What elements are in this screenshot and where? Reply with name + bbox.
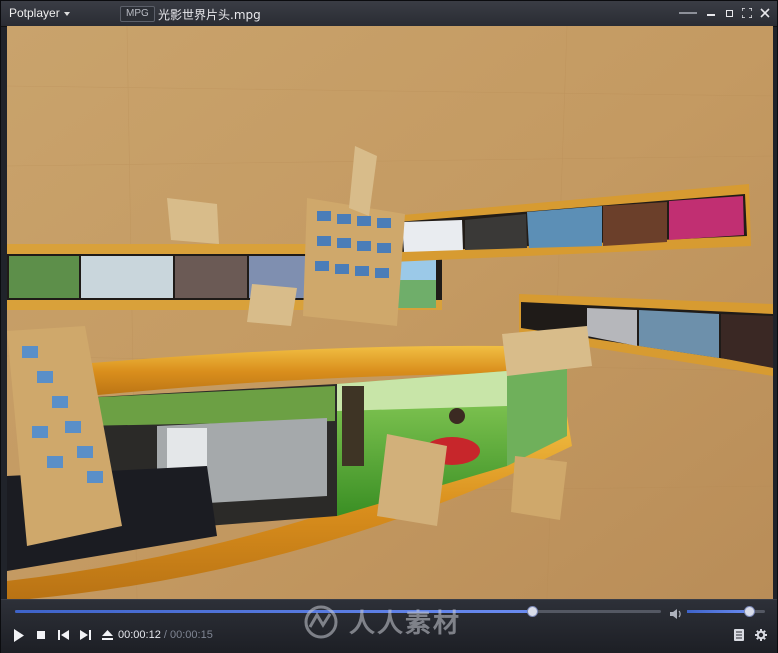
total-time: 00:00:15 [170, 629, 213, 641]
volume-slider[interactable] [687, 606, 765, 617]
play-icon[interactable] [13, 628, 25, 642]
stop-icon[interactable] [35, 628, 47, 642]
speaker-icon[interactable] [669, 605, 683, 619]
playback-buttons [13, 627, 113, 643]
app-menu-button[interactable]: Potplayer [9, 6, 70, 20]
video-frame[interactable] [7, 26, 773, 599]
current-time: 00:00:12 [118, 629, 161, 641]
settings-icon[interactable] [755, 628, 767, 642]
volume-level [687, 610, 750, 613]
watermark-text: 人人素材 [349, 609, 462, 639]
chevron-down-icon [63, 11, 70, 16]
fullscreen-icon[interactable] [741, 7, 753, 19]
file-name: 光影世界片头.mpg [158, 8, 261, 22]
close-icon[interactable] [759, 7, 771, 19]
seek-thumb[interactable] [526, 606, 538, 617]
opacity-slider[interactable] [679, 12, 697, 14]
time-display: 00:00:12 / 00:00:15 [118, 629, 213, 641]
video-content [7, 26, 773, 599]
app-name: Potplayer [9, 6, 60, 20]
playlist-icon[interactable] [733, 628, 745, 642]
format-badge: MPG [120, 6, 155, 22]
window-controls [679, 4, 771, 22]
previous-icon[interactable] [57, 628, 69, 642]
next-icon[interactable] [79, 628, 91, 642]
time-separator: / [163, 629, 167, 641]
title-bar[interactable]: Potplayer MPG 光影世界片头.mpg [1, 1, 777, 27]
volume-thumb[interactable] [744, 606, 756, 617]
eject-icon[interactable] [101, 628, 113, 642]
watermark-logo-icon [304, 605, 338, 638]
watermark: 人人素材 [301, 603, 461, 640]
right-buttons [733, 628, 767, 642]
minimize-icon[interactable] [705, 7, 717, 19]
potplayer-window: Potplayer MPG 光影世界片头.mpg 00:00:12 / 00:0… [0, 0, 778, 653]
maximize-icon[interactable] [723, 7, 735, 19]
